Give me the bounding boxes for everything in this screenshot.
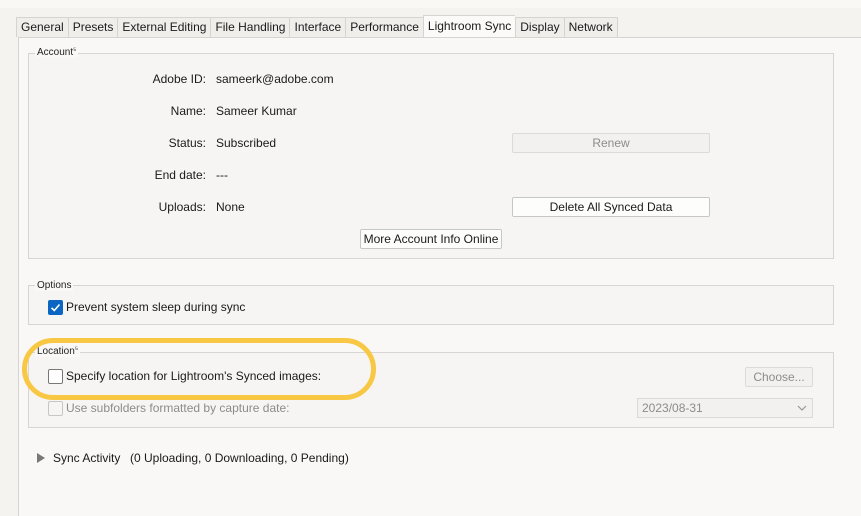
specify-location-checkbox[interactable] <box>48 369 63 384</box>
location-group-title: Location⁵ <box>35 345 81 357</box>
end-date-value: --- <box>216 168 228 182</box>
specify-location-label: Specify location for Lightroom's Synced … <box>66 369 322 383</box>
tab-network[interactable]: Network <box>563 17 618 37</box>
checkmark-icon <box>50 303 61 312</box>
tab-external-editing[interactable]: External Editing <box>117 17 211 37</box>
disclosure-triangle-icon[interactable] <box>36 453 46 463</box>
choose-location-button[interactable]: Choose... <box>745 367 813 387</box>
name-value: Sameer Kumar <box>216 104 297 118</box>
tab-file-handling[interactable]: File Handling <box>210 17 290 37</box>
tab-display[interactable]: Display <box>515 17 564 37</box>
use-subfolders-checkbox[interactable] <box>48 401 63 416</box>
uploads-value: None <box>216 200 245 214</box>
sync-activity-status: (0 Uploading, 0 Downloading, 0 Pending) <box>130 451 349 465</box>
status-value: Subscribed <box>216 136 277 150</box>
adobe-id-label: Adobe ID: <box>152 72 206 86</box>
more-account-info-online-button[interactable]: More Account Info Online <box>360 229 502 249</box>
tab-presets[interactable]: Presets <box>67 17 118 37</box>
tab-performance[interactable]: Performance <box>345 17 423 37</box>
tab-lightroom-sync[interactable]: Lightroom Sync <box>422 15 516 37</box>
prevent-sleep-checkbox[interactable] <box>48 300 63 315</box>
sync-activity-label[interactable]: Sync Activity <box>53 451 120 465</box>
account-group-title: Account⁵ <box>35 46 79 58</box>
date-format-value: 2023/08-31 <box>642 401 703 415</box>
name-label: Name: <box>170 104 206 118</box>
adobe-id-value: sameerk@adobe.com <box>216 72 334 86</box>
uploads-label: Uploads: <box>158 200 206 214</box>
status-label: Status: <box>168 136 206 150</box>
options-group-title: Options <box>35 280 74 291</box>
window-top-strip <box>0 0 861 8</box>
date-format-select[interactable]: 2023/08-31 <box>637 398 813 418</box>
tab-general[interactable]: General <box>16 17 68 37</box>
renew-button[interactable]: Renew <box>512 133 710 153</box>
delete-all-synced-data-button[interactable]: Delete All Synced Data <box>512 197 710 217</box>
chevron-down-icon <box>797 405 807 411</box>
preferences-tab-bar: General Presets External Editing File Ha… <box>16 15 618 37</box>
prevent-sleep-label: Prevent system sleep during sync <box>66 300 246 314</box>
end-date-label: End date: <box>154 168 206 182</box>
tab-interface[interactable]: Interface <box>289 17 346 37</box>
use-subfolders-label: Use subfolders formatted by capture date… <box>66 401 290 415</box>
